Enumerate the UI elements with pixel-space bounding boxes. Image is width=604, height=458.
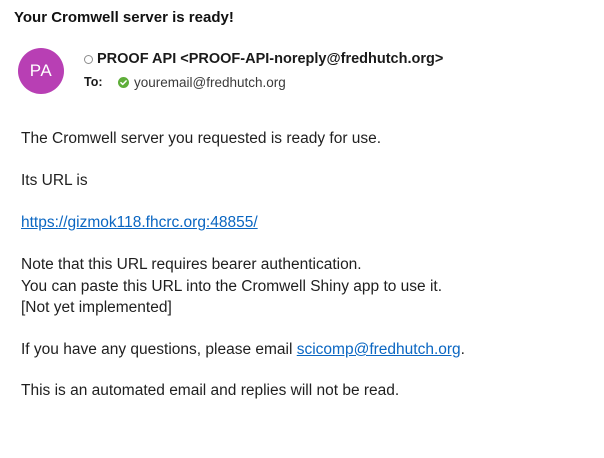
presence-available-icon [118, 76, 129, 88]
sender-display[interactable]: PROOF API <PROOF-API-noreply@fredhutch.o… [97, 51, 443, 67]
body-footer: This is an automated email and replies w… [21, 382, 400, 399]
body-note-line-1: Note that this URL requires bearer authe… [21, 256, 362, 273]
to-row: To: youremail@fredhutch.org [84, 74, 286, 90]
body-url-intro: Its URL is [21, 172, 88, 189]
body-note-line-3: [Not yet implemented] [21, 299, 172, 316]
questions-suffix: . [460, 341, 465, 358]
email-subject: Your Cromwell server is ready! [14, 9, 234, 26]
sender-avatar[interactable]: PA [18, 48, 64, 94]
server-url-link[interactable]: https://gizmok118.fhcrc.org:48855/ [21, 214, 258, 231]
questions-text: If you have any questions, please email [21, 341, 297, 358]
body-url-line: https://gizmok118.fhcrc.org:48855/ [21, 214, 258, 232]
presence-unknown-icon [84, 54, 93, 64]
body-intro: The Cromwell server you requested is rea… [21, 130, 382, 147]
contact-email-link[interactable]: scicomp@fredhutch.org [297, 341, 461, 358]
from-row[interactable]: PROOF API <PROOF-API-noreply@fredhutch.o… [84, 50, 443, 68]
body-questions-line: If you have any questions, please email … [21, 341, 465, 359]
body-note-line-2: You can paste this URL into the Cromwell… [21, 278, 443, 295]
recipient-address[interactable]: youremail@fredhutch.org [134, 75, 286, 90]
to-label: To: [84, 75, 103, 89]
